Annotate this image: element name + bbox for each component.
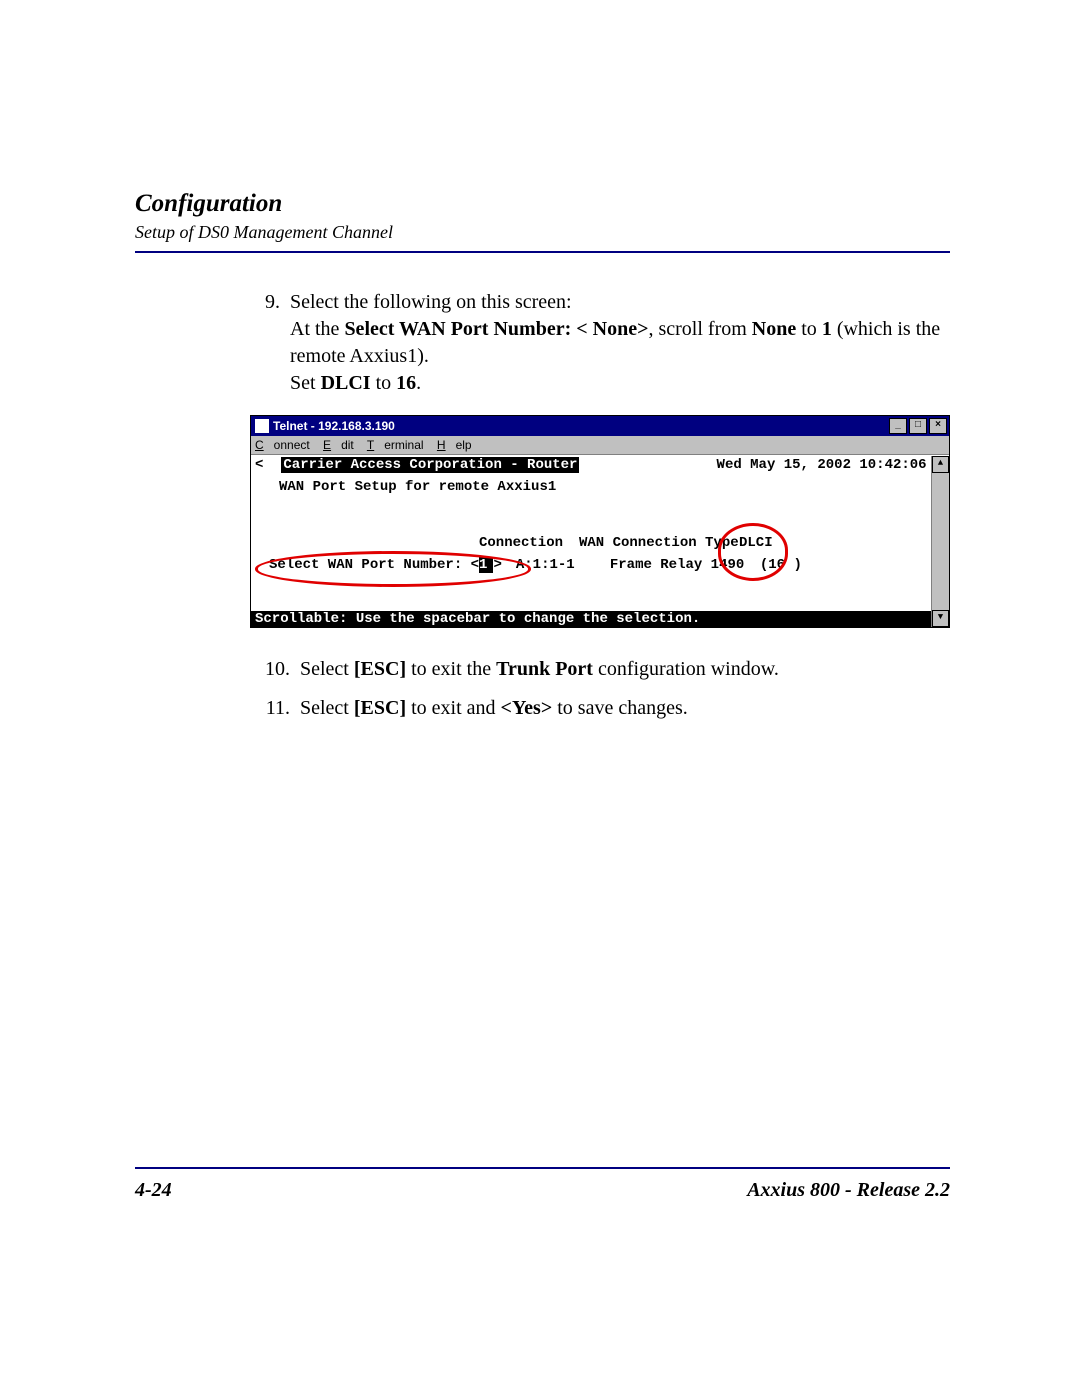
step-11: 11. Select [ESC] to exit and <Yes> to sa…	[250, 695, 950, 722]
col-wantype: WAN Connection Type	[579, 535, 739, 551]
bold-text: 16	[396, 372, 416, 394]
row-connection: A:1:1-1	[516, 557, 610, 573]
text: to exit and	[406, 697, 500, 719]
row-label: Select WAN Port Number: <	[269, 557, 479, 573]
footer-rule	[135, 1167, 950, 1169]
header-rule	[135, 251, 950, 253]
page-number: 4-24	[135, 1179, 172, 1202]
text: Set	[290, 372, 321, 394]
bold-text: [ESC]	[354, 658, 406, 680]
step-number: 11.	[250, 695, 300, 722]
text: .	[416, 372, 421, 394]
text: configuration window.	[593, 658, 779, 680]
menu-edit[interactable]: Edit	[323, 438, 354, 452]
row-dlci[interactable]: (16 )	[760, 557, 802, 573]
step-10: 10. Select [ESC] to exit the Trunk Port …	[250, 656, 950, 683]
menu-bar: Connect Edit Terminal Help	[251, 436, 949, 455]
bold-text: None	[752, 318, 796, 340]
text: , scroll from	[648, 318, 751, 340]
col-dlci: DLCI	[739, 535, 773, 551]
close-button[interactable]: ×	[929, 418, 947, 434]
text: Select	[300, 658, 354, 680]
step-number: 9.	[250, 289, 290, 397]
window-title: Telnet - 192.168.3.190	[273, 419, 395, 433]
step-9: 9. Select the following on this screen: …	[250, 289, 950, 397]
bold-text: <Yes>	[501, 697, 553, 719]
menu-connect[interactable]: Connect	[255, 438, 310, 452]
bold-text: DLCI	[321, 372, 371, 394]
text: to exit the	[406, 658, 496, 680]
step-body: Select [ESC] to exit and <Yes> to save c…	[300, 695, 950, 722]
page-header-subtitle: Setup of DS0 Management Channel	[135, 222, 950, 243]
maximize-button[interactable]: □	[909, 418, 927, 434]
text: Select	[300, 697, 354, 719]
bold-text: [ESC]	[354, 697, 406, 719]
terminal-area: < Carrier Access Corporation - Router We…	[251, 455, 949, 627]
text: to	[371, 372, 397, 394]
text: to save changes.	[552, 697, 688, 719]
scroll-up-button[interactable]: ▲	[932, 456, 949, 473]
scrollbar[interactable]: ▲ ▼	[931, 456, 949, 627]
telnet-window: Telnet - 192.168.3.190 _ □ × Connect Edi…	[250, 415, 950, 628]
terminal-subtitle: WAN Port Setup for remote Axxius1	[279, 479, 945, 535]
text: to	[796, 318, 822, 340]
terminal-header-right: Wed May 15, 2002 10:42:06	[717, 457, 927, 473]
page-header-title: Configuration	[135, 190, 950, 218]
product-name: Axxius 800 - Release 2.2	[747, 1179, 950, 1202]
bold-text: Trunk Port	[496, 658, 593, 680]
minimize-button[interactable]: _	[889, 418, 907, 434]
scroll-down-button[interactable]: ▼	[932, 610, 949, 627]
nav-left[interactable]: <	[255, 457, 263, 473]
content-area: 9. Select the following on this screen: …	[250, 289, 950, 722]
wan-port-value[interactable]: 1	[479, 557, 493, 573]
step-number: 10.	[250, 656, 300, 683]
bold-text: Select WAN Port Number: < None>	[344, 318, 648, 340]
text: At the	[290, 318, 344, 340]
terminal-statusbar: Scrollable: Use the spacebar to change t…	[251, 611, 949, 627]
menu-terminal[interactable]: Terminal	[367, 438, 424, 452]
step-body: Select the following on this screen: At …	[290, 289, 950, 397]
text: Select the following on this screen:	[290, 291, 572, 313]
terminal-header-left: Carrier Access Corporation - Router	[281, 457, 579, 473]
col-connection: Connection	[479, 535, 579, 551]
step-body: Select [ESC] to exit the Trunk Port conf…	[300, 656, 950, 683]
row-wantype: Frame Relay 1490	[610, 557, 760, 573]
bold-text: 1	[822, 318, 832, 340]
menu-help[interactable]: Help	[437, 438, 472, 452]
document-page: Configuration Setup of DS0 Management Ch…	[0, 0, 1080, 1397]
window-titlebar: Telnet - 192.168.3.190 _ □ ×	[251, 416, 949, 436]
page-footer: 4-24 Axxius 800 - Release 2.2	[135, 1167, 950, 1202]
app-icon	[255, 419, 269, 433]
row-gt: >	[493, 557, 501, 573]
